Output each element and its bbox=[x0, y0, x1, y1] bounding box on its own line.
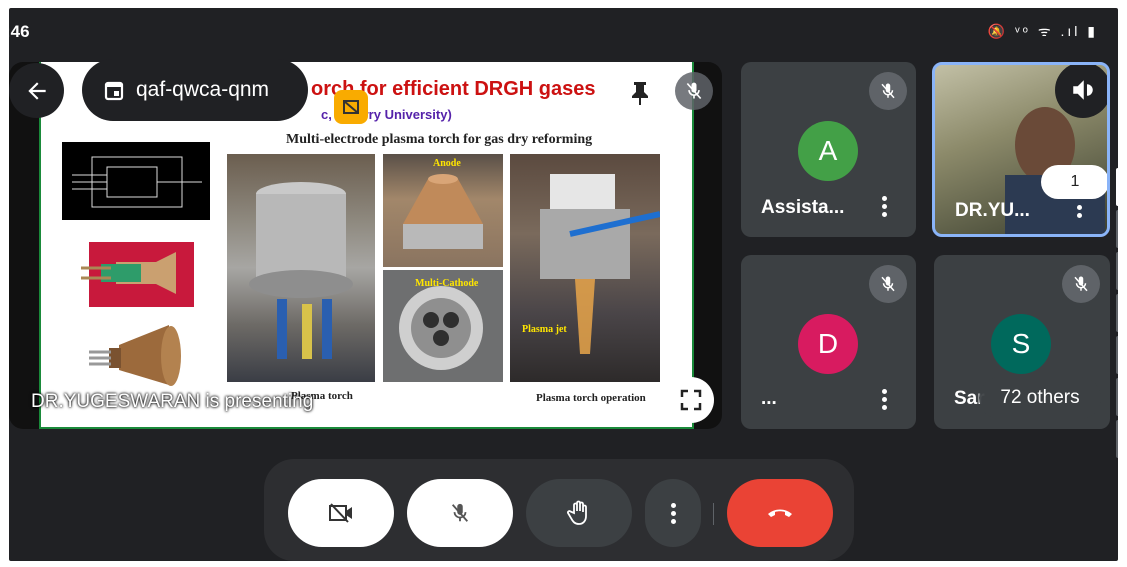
volume-icon bbox=[1073, 80, 1093, 100]
camera-off-badge-icon bbox=[334, 90, 368, 124]
multi-cathode-photo: Multi-Cathode bbox=[383, 270, 503, 382]
others-count-pill[interactable]: 72 others bbox=[979, 377, 1101, 419]
camera-off-icon bbox=[329, 503, 352, 523]
presenter-mic-off-icon bbox=[675, 72, 713, 110]
fullscreen-button[interactable] bbox=[668, 377, 714, 423]
mic-off-icon bbox=[869, 265, 907, 303]
participant-name: Assista... bbox=[761, 197, 845, 218]
participant-name: ... bbox=[761, 388, 777, 409]
status-icons: 🔕 ᵛᵒ ᯤ .ıl ▮ bbox=[987, 23, 1098, 39]
more-options-button[interactable] bbox=[645, 479, 701, 547]
pin-icon[interactable] bbox=[631, 80, 649, 111]
caption-plasma-torch-operation: Plasma torch operation bbox=[536, 392, 646, 404]
end-call-button[interactable] bbox=[727, 479, 833, 547]
hand-icon bbox=[567, 500, 587, 525]
more-options-icon[interactable] bbox=[1073, 205, 1085, 218]
mic-off-icon bbox=[869, 72, 907, 110]
anode-photo: Anode bbox=[383, 154, 503, 267]
meet-screen: :46 🔕 ᵛᵒ ᯤ .ıl ▮ orch for efficient DRGH… bbox=[9, 8, 1118, 561]
avatar: S bbox=[991, 314, 1051, 374]
hang-up-icon bbox=[768, 509, 792, 517]
arrow-left-icon bbox=[27, 81, 46, 100]
mic-off-icon bbox=[451, 503, 469, 522]
slide-heading: Multi-electrode plasma torch for gas dry… bbox=[286, 132, 593, 147]
participant-name: DR.YU... bbox=[955, 200, 1030, 221]
plasma-torch-operation-photo: Plasma jet bbox=[510, 154, 660, 382]
back-button[interactable] bbox=[9, 63, 64, 118]
schematic-drawing-image bbox=[62, 142, 210, 220]
participant-tile-others[interactable]: S Sar 72 others bbox=[934, 255, 1110, 429]
tiles-scrollbar[interactable] bbox=[1116, 168, 1118, 460]
participant-count-badge[interactable]: 1 bbox=[1041, 165, 1107, 199]
plasma-torch-photo bbox=[227, 154, 375, 382]
torch-cad-section-image bbox=[81, 234, 199, 312]
multi-cathode-label: Multi-Cathode bbox=[415, 278, 479, 289]
more-options-icon[interactable] bbox=[878, 389, 890, 410]
raise-hand-button[interactable] bbox=[526, 479, 632, 547]
meeting-code: qaf-qwca-qnm bbox=[136, 78, 270, 101]
anode-label: Anode bbox=[433, 158, 461, 169]
call-controls-bar bbox=[264, 459, 854, 561]
participant-tile-assistant[interactable]: A Assista... bbox=[741, 62, 916, 237]
volume-button[interactable] bbox=[1055, 65, 1107, 118]
presenting-label: DR.YUGESWARAN is presenting bbox=[31, 391, 314, 412]
participant-tile-presenter[interactable]: 1 DR.YU... bbox=[932, 62, 1110, 237]
more-vert-icon bbox=[667, 502, 679, 524]
torch-cad-3d-image bbox=[89, 320, 199, 395]
fullscreen-icon bbox=[680, 389, 702, 411]
meeting-info-pill[interactable]: qaf-qwca-qnm bbox=[82, 59, 308, 121]
avatar: A bbox=[798, 121, 858, 181]
status-time: :46 bbox=[9, 22, 30, 41]
participant-tile-d[interactable]: D ... bbox=[741, 255, 916, 429]
mic-off-icon bbox=[1062, 265, 1100, 303]
calendar-icon bbox=[104, 81, 124, 101]
mic-toggle-button[interactable] bbox=[407, 479, 513, 547]
more-options-icon[interactable] bbox=[878, 196, 890, 217]
plasma-jet-label: Plasma jet bbox=[522, 324, 567, 335]
controls-divider bbox=[713, 503, 714, 525]
camera-toggle-button[interactable] bbox=[288, 479, 394, 547]
avatar: D bbox=[798, 314, 858, 374]
